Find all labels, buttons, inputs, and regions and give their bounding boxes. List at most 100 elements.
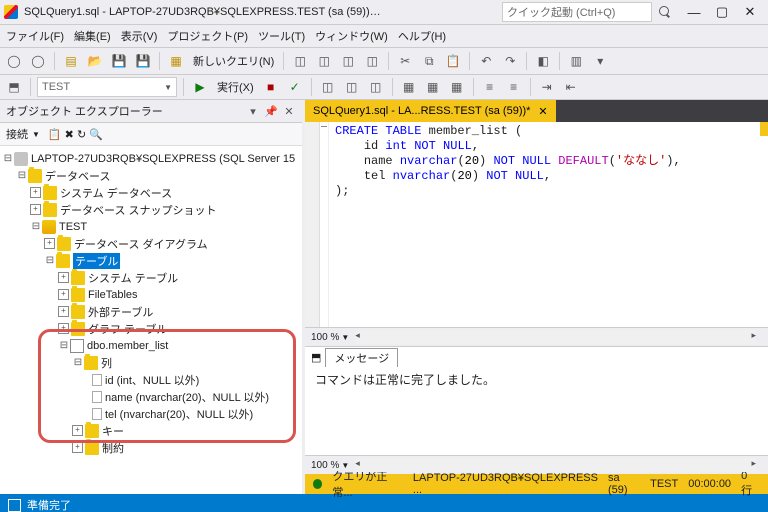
new-query-button[interactable]: 新しいクエリ(N): [190, 53, 277, 69]
col-tel-node[interactable]: tel (nvarchar(20)、NULL 以外): [105, 406, 253, 422]
copy-button[interactable]: ⧉: [419, 51, 439, 71]
tables-node[interactable]: テーブル: [73, 253, 120, 269]
status-text: クエリが正常...: [332, 468, 403, 500]
server-node[interactable]: LAPTOP-27UD3RQB¥SQLEXPRESS (SQL Server 1…: [31, 153, 295, 165]
graph-tables-node[interactable]: グラフ テーブル: [88, 321, 167, 337]
plan-icon2[interactable]: ◫: [342, 77, 362, 97]
save-button[interactable]: 💾: [109, 51, 129, 71]
status-rows: 0 行: [741, 470, 760, 498]
code-area[interactable]: CREATE TABLE member_list ( id int NOT NU…: [329, 122, 687, 327]
ext-tables-node[interactable]: 外部テーブル: [88, 304, 153, 320]
columns-node[interactable]: 列: [101, 355, 112, 371]
object-tree[interactable]: ⊟LAPTOP-27UD3RQB¥SQLEXPRESS (SQL Server …: [0, 146, 302, 494]
col-id-node[interactable]: id (int、NULL 以外): [105, 372, 199, 388]
connect-button[interactable]: 接続: [6, 126, 28, 142]
status-ready: 準備完了: [27, 497, 71, 512]
object-explorer-header: オブジェクト エクスプローラー ▾ 📌 ✕: [0, 100, 302, 123]
menu-edit[interactable]: 編集(E): [74, 28, 111, 44]
outdent-icon[interactable]: ⇤: [561, 77, 581, 97]
open-button[interactable]: 📂: [85, 51, 105, 71]
uncomment-icon[interactable]: ≡: [504, 77, 524, 97]
minimize-button[interactable]: —: [680, 2, 708, 22]
sys-tables-node[interactable]: システム テーブル: [88, 270, 178, 286]
menu-help[interactable]: ヘルプ(H): [398, 28, 446, 44]
maximize-button[interactable]: ▢: [708, 2, 736, 22]
execute-icon[interactable]: ▶: [190, 77, 210, 97]
tool-icon[interactable]: ◧: [533, 51, 553, 71]
test-db-node[interactable]: TEST: [59, 221, 87, 233]
quick-launch-placeholder: クイック起動 (Ctrl+Q): [507, 4, 615, 20]
messages-scrollbar[interactable]: [355, 458, 756, 472]
dropdown-icon[interactable]: ▾: [246, 105, 260, 118]
comment-icon[interactable]: ≡: [480, 77, 500, 97]
menu-bar: ファイル(F) 編集(E) 表示(V) プロジェクト(P) ツール(T) ウィン…: [0, 25, 768, 48]
status-user: sa (59): [608, 472, 640, 496]
menu-view[interactable]: 表示(V): [121, 28, 158, 44]
change-marker: [760, 122, 768, 136]
new-query-icon[interactable]: ▦: [166, 51, 186, 71]
sys-db-node[interactable]: システム データベース: [60, 185, 172, 201]
close-panel-icon[interactable]: ✕: [282, 105, 296, 118]
database-combo-value: TEST: [42, 81, 70, 93]
object-explorer-panel: オブジェクト エクスプローラー ▾ 📌 ✕ 接続 ▼ 📋 ✖ ↻ 🔍 ⊟LAPT…: [0, 100, 305, 494]
search-icon[interactable]: [658, 5, 672, 19]
query-status-bar: クエリが正常... LAPTOP-27UD3RQB¥SQLEXPRESS ...…: [305, 474, 768, 494]
filetables-node[interactable]: FileTables: [88, 289, 138, 301]
result-icon3[interactable]: ▦: [447, 77, 467, 97]
tool-icon2[interactable]: ▥: [566, 51, 586, 71]
plan-icon3[interactable]: ◫: [366, 77, 386, 97]
indent-icon[interactable]: ⇥: [537, 77, 557, 97]
chevron-down-icon: ▼: [164, 83, 172, 92]
messages-tab[interactable]: メッセージ: [325, 348, 398, 367]
status-success-icon: [313, 479, 322, 489]
status-time: 00:00:00: [688, 478, 731, 490]
close-tab-icon[interactable]: ✕: [538, 105, 547, 118]
pin-icon[interactable]: 📌: [264, 105, 278, 118]
xe-icon3[interactable]: ◫: [338, 51, 358, 71]
menu-file[interactable]: ファイル(F): [6, 28, 64, 44]
plan-icon[interactable]: ◫: [318, 77, 338, 97]
xe-icon2[interactable]: ◫: [314, 51, 334, 71]
save-all-button[interactable]: 💾: [133, 51, 153, 71]
result-icon2[interactable]: ▦: [423, 77, 443, 97]
menu-window[interactable]: ウィンドウ(W): [315, 28, 388, 44]
result-icon[interactable]: ▦: [399, 77, 419, 97]
member-list-node[interactable]: dbo.member_list: [87, 340, 168, 352]
keys-node[interactable]: キー: [102, 423, 124, 439]
object-explorer-title: オブジェクト エクスプローラー: [6, 103, 163, 119]
databases-node[interactable]: データベース: [45, 168, 110, 184]
quick-launch-input[interactable]: クイック起動 (Ctrl+Q): [502, 2, 652, 22]
sql-editor[interactable]: CREATE TABLE member_list ( id int NOT NU…: [305, 122, 768, 327]
editor-panel: SQLQuery1.sql - LA...RESS.TEST (sa (59))…: [305, 100, 768, 494]
status-server: LAPTOP-27UD3RQB¥SQLEXPRESS ...: [413, 472, 598, 496]
constraints-node[interactable]: 制約: [102, 440, 124, 456]
new-file-button[interactable]: ▤: [61, 51, 81, 71]
diagram-node[interactable]: データベース ダイアグラム: [74, 236, 208, 252]
redo-button[interactable]: ↷: [500, 51, 520, 71]
col-name-node[interactable]: name (nvarchar(20)、NULL 以外): [105, 389, 269, 405]
close-button[interactable]: ✕: [736, 2, 764, 22]
db-icon[interactable]: ⬒: [4, 77, 24, 97]
messages-text: コマンドは正常に完了しました。: [315, 373, 495, 387]
snap-node[interactable]: データベース スナップショット: [60, 202, 217, 218]
paste-button[interactable]: 📋: [443, 51, 463, 71]
menu-project[interactable]: プロジェクト(P): [167, 28, 248, 44]
xe-icon[interactable]: ◫: [290, 51, 310, 71]
horizontal-scrollbar[interactable]: [355, 330, 756, 344]
nav-back-button[interactable]: ◯: [4, 51, 24, 71]
title-bar: SQLQuery1.sql - LAPTOP-27UD3RQB¥SQLEXPRE…: [0, 0, 768, 25]
cut-button[interactable]: ✂: [395, 51, 415, 71]
nav-fwd-button[interactable]: ◯: [28, 51, 48, 71]
database-combo[interactable]: TEST ▼: [37, 77, 177, 97]
execute-button[interactable]: 実行(X): [214, 79, 257, 95]
chevron-down-icon[interactable]: ▼: [32, 130, 40, 139]
menu-tools[interactable]: ツール(T): [258, 28, 305, 44]
messages-tabbar: ⬒ メッセージ: [305, 346, 768, 367]
parse-button[interactable]: ✓: [285, 77, 305, 97]
zoom-value[interactable]: 100 %: [311, 332, 339, 343]
undo-button[interactable]: ↶: [476, 51, 496, 71]
tool-dd[interactable]: ▾: [590, 51, 610, 71]
stop-button[interactable]: ■: [261, 77, 281, 97]
xe-icon4[interactable]: ◫: [362, 51, 382, 71]
editor-tab[interactable]: SQLQuery1.sql - LA...RESS.TEST (sa (59))…: [305, 100, 556, 122]
